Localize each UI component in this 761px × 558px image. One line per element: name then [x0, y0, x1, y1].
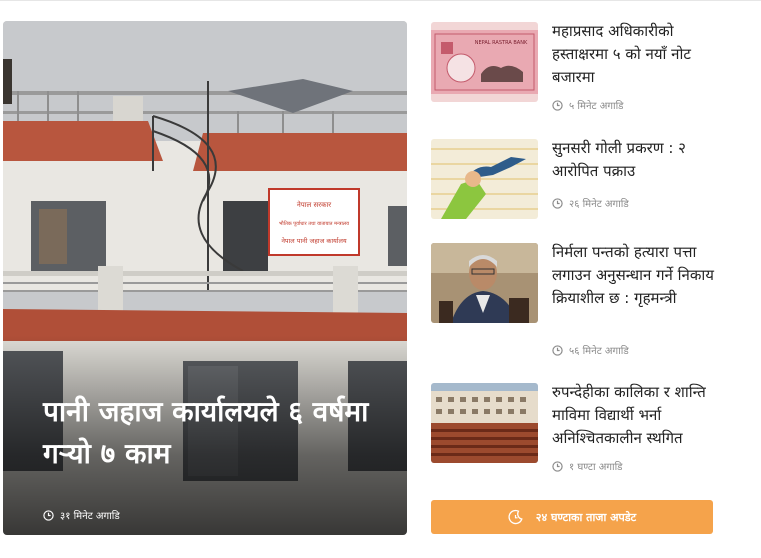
featured-time: ३१ मिनेट अगाडि — [43, 508, 120, 522]
sign-line-2: भौतिक पूर्वाधार तथा यातायात मन्त्रालय — [279, 220, 349, 227]
moon-clock-icon — [508, 509, 523, 525]
news-thumbnail-gun[interactable] — [431, 139, 538, 219]
news-title[interactable]: सुनसरी गोली प्रकरण : २ आरोपित पक्राउ — [552, 137, 722, 183]
clock-icon — [552, 344, 563, 356]
clock-icon — [552, 197, 563, 209]
top-divider — [0, 0, 761, 1]
news-time: ५६ मिनेट अगाडि — [552, 343, 629, 357]
news-time-text: ५६ मिनेट अगाडि — [569, 346, 629, 357]
news-title[interactable]: रुपन्देहीका कालिका र शान्ति माविमा विद्य… — [552, 381, 722, 450]
news-time-text: २६ मिनेट अगाडि — [569, 199, 629, 210]
banknote-text: NEPAL RASTRA BANK — [475, 40, 528, 46]
news-item[interactable]: रुपन्देहीका कालिका र शान्ति माविमा विद्य… — [431, 381, 731, 473]
sign-line-3: नेपाल पानी जहाज कार्यालय — [281, 237, 347, 245]
news-time: ५ मिनेट अगाडि — [552, 98, 624, 112]
news-time: २६ मिनेट अगाडि — [552, 196, 629, 210]
clock-icon — [552, 460, 563, 472]
clock-icon — [43, 509, 54, 521]
news-item[interactable]: निर्मला पन्तको हत्यारा पत्ता लगाउन अनुसन… — [431, 241, 731, 357]
featured-time-text: ३१ मिनेट अगाडि — [60, 511, 120, 522]
news-title[interactable]: निर्मला पन्तको हत्यारा पत्ता लगाउन अनुसन… — [552, 241, 722, 310]
featured-headline[interactable]: पानी जहाज कार्यालयले ६ वर्षमा गर्‍यो ७ क… — [43, 391, 383, 475]
news-time: १ घण्टा अगाडि — [552, 459, 623, 473]
latest-updates-button[interactable]: २४ घण्टाका ताजा अपडेट — [431, 500, 713, 534]
clock-icon — [552, 99, 563, 111]
news-time-text: १ घण्टा अगाडि — [569, 462, 623, 473]
news-thumbnail-banknote[interactable]: NEPAL RASTRA BANK — [431, 22, 538, 102]
news-thumbnail-minister[interactable] — [431, 243, 538, 323]
news-item[interactable]: NEPAL RASTRA BANK महाप्रसाद अधिकारीको हस… — [431, 20, 731, 112]
news-item[interactable]: सुनसरी गोली प्रकरण : २ आरोपित पक्राउ २६ … — [431, 139, 731, 219]
news-thumbnail-school[interactable] — [431, 383, 538, 463]
news-title[interactable]: महाप्रसाद अधिकारीको हस्ताक्षरमा ५ को नया… — [552, 20, 722, 89]
featured-story-card[interactable]: नेपाल सरकार भौतिक पूर्वाधार तथा यातायात … — [3, 21, 407, 535]
news-time-text: ५ मिनेट अगाडि — [569, 101, 624, 112]
latest-updates-label: २४ घण्टाका ताजा अपडेट — [535, 510, 637, 524]
sign-line-1: नेपाल सरकार — [297, 200, 331, 209]
